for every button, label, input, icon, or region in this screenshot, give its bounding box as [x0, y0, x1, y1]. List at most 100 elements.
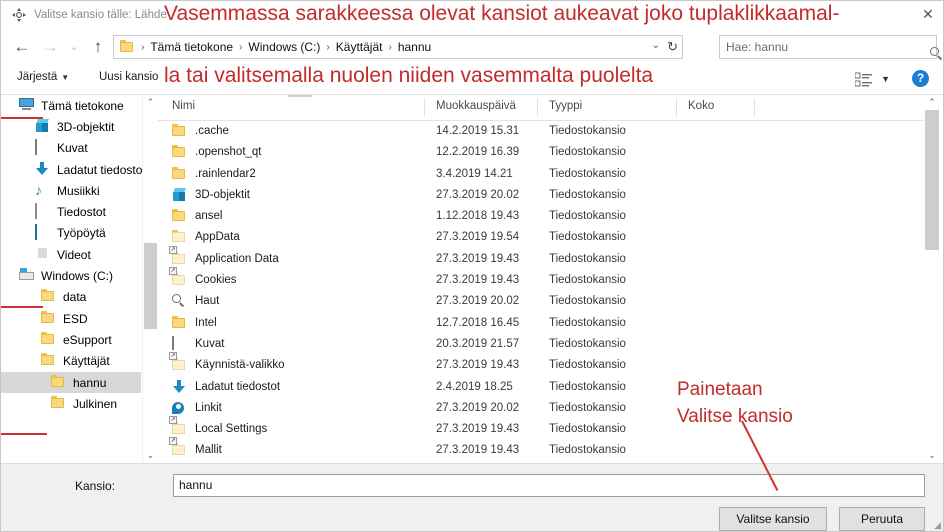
tree-item-julkinen[interactable]: Julkinen — [1, 393, 141, 414]
file-modified-date: 27.3.2019 20.02 — [436, 295, 520, 308]
help-icon[interactable]: ? — [912, 70, 929, 87]
table-row[interactable]: Haut 27.3.2019 20.02 Tiedostokansio — [158, 291, 924, 312]
new-folder-button[interactable]: Uusi kansio — [99, 71, 158, 83]
tree-item-musiikki[interactable]: ♪ Musiikki — [1, 180, 141, 201]
tree-item-3d-objektit[interactable]: 3D-objektit — [1, 116, 141, 137]
refresh-icon[interactable]: ↻ — [667, 39, 678, 55]
column-header-size[interactable]: Koko — [688, 100, 714, 112]
back-button[interactable]: ← — [9, 34, 35, 60]
table-row[interactable]: 3D-objektit 27.3.2019 20.02 Tiedostokansio — [158, 185, 924, 206]
videos-icon — [35, 247, 51, 263]
cancel-button[interactable]: Peruuta — [839, 507, 925, 531]
column-header-type[interactable]: Tyyppi — [549, 100, 582, 112]
search-input[interactable]: Hae: hannu — [719, 35, 943, 60]
file-modified-date: 27.3.2019 19.43 — [436, 359, 520, 372]
tree-item-data[interactable]: data — [1, 287, 141, 308]
folder-name-input[interactable]: hannu — [173, 474, 925, 497]
tree-item-windows-c[interactable]: Windows (C:) — [1, 265, 141, 286]
scroll-down-icon[interactable]: ⌄ — [143, 448, 158, 463]
file-list[interactable]: Nimi Muokkauspäivä Tyyppi Koko .cache 14.… — [158, 95, 924, 463]
tree-item-esupport[interactable]: eSupport — [1, 329, 141, 350]
file-modified-date: 12.7.2018 16.45 — [436, 316, 520, 329]
tree-item-label: Tiedostot — [57, 205, 106, 220]
tree-item-kuvat[interactable]: Kuvat — [1, 138, 141, 159]
music-icon: ♪ — [35, 181, 42, 198]
tree-item-tiedostot[interactable]: Tiedostot — [1, 201, 141, 222]
file-name: 3D-objektit — [195, 188, 250, 201]
table-row[interactable]: Ladatut tiedostot 2.4.2019 18.25 Tiedostok… — [158, 377, 924, 398]
file-type: Tiedostokansio — [549, 146, 626, 159]
file-name: .rainlendar2 — [195, 167, 256, 180]
tree-item-videot[interactable]: Videot — [1, 244, 141, 265]
file-type: Tiedostokansio — [549, 337, 626, 350]
file-name: Linkit — [195, 401, 222, 414]
table-row[interactable]: ansel 1.12.2018 19.43 Tiedostokansio — [158, 206, 924, 227]
table-row[interactable]: .openshot_qt 12.2.2019 16.39 Tiedostokansi… — [158, 142, 924, 163]
navigation-tree[interactable]: Tämä tietokone 3D-objektit Kuvat Ladatut ti… — [1, 95, 157, 463]
breadcrumb-item-0[interactable]: Tämä tietokone — [145, 38, 238, 56]
resize-grip-icon[interactable]: ◢ — [934, 520, 941, 531]
scroll-thumb[interactable] — [925, 110, 939, 250]
column-header-modified[interactable]: Muokkauspäivä — [436, 100, 516, 112]
downloads-icon — [35, 161, 51, 178]
file-type: Tiedostokansio — [549, 316, 626, 329]
up-button[interactable]: ↑ — [85, 34, 111, 60]
file-name: Kuvat — [195, 337, 225, 350]
file-type: Tiedostokansio — [549, 444, 626, 457]
tree-item-esd[interactable]: ESD — [1, 308, 141, 329]
folder-pale-icon — [172, 230, 188, 246]
scroll-up-icon[interactable]: ⌃ — [143, 95, 158, 110]
tree-item-ladatut-tiedosto[interactable]: Ladatut tiedosto — [1, 159, 143, 180]
column-header-row: Nimi Muokkauspäivä Tyyppi Koko — [158, 95, 924, 121]
file-type: Tiedostokansio — [549, 231, 626, 244]
tree-item-hannu[interactable]: hannu — [1, 371, 141, 394]
tree-item-label: Julkinen — [73, 396, 118, 411]
folder-shortcut-icon: ↗ — [169, 267, 188, 289]
table-row[interactable]: Kuvat 20.3.2019 21.57 Tiedostokansio — [158, 334, 924, 355]
tree-item-k-ytt-j-t[interactable]: Käyttäjät — [1, 351, 141, 372]
scroll-down-icon[interactable]: ⌄ — [924, 448, 940, 463]
file-name: ansel — [195, 210, 223, 223]
chevron-down-icon[interactable]: ⌄ — [652, 40, 660, 51]
tree-item-label: Ladatut tiedosto — [57, 162, 143, 177]
table-row[interactable]: ↗ Local Settings 27.3.2019 19.43 Tiedostoka… — [158, 416, 924, 440]
file-name: Local Settings — [195, 423, 268, 436]
address-bar[interactable]: › Tämä tietokone › Windows (C:) › Käyttä… — [113, 35, 683, 59]
table-row[interactable]: .cache 14.2.2019 15.31 Tiedostokansio — [158, 121, 924, 142]
view-dropdown-icon[interactable]: ▼ — [881, 74, 890, 84]
select-folder-button[interactable]: Valitse kansio — [719, 507, 827, 531]
file-name: Ladatut tiedostot — [195, 380, 281, 393]
tree-item-label: Musiikki — [57, 183, 100, 198]
file-modified-date: 20.3.2019 21.57 — [436, 337, 520, 350]
tree-item-ty-p-yt[interactable]: Työpöytä — [1, 223, 141, 244]
breadcrumb-item-2[interactable]: Käyttäjät — [331, 38, 388, 56]
breadcrumb-item-3[interactable]: hannu — [393, 38, 436, 56]
view-options-icon[interactable] — [854, 72, 873, 88]
folder-icon — [172, 124, 188, 140]
organize-button[interactable]: Järjestä ▼ — [17, 71, 69, 83]
tree-scrollbar[interactable]: ⌃ ⌄ — [142, 95, 158, 463]
table-row[interactable]: ↗ Application Data 27.3.2019 19.43 Tiedosto… — [158, 245, 924, 270]
documents-icon — [35, 203, 51, 220]
table-row[interactable]: Intel 12.7.2018 16.45 Tiedostokansio — [158, 313, 924, 334]
table-row[interactable]: ↗ Cookies 27.3.2019 19.43 Tiedostokansio — [158, 267, 924, 291]
breadcrumb-item-1[interactable]: Windows (C:) — [243, 38, 325, 56]
table-row[interactable]: AppData 27.3.2019 19.54 Tiedostokansio — [158, 227, 924, 248]
folder-icon — [51, 374, 67, 391]
scroll-up-icon[interactable]: ⌃ — [924, 95, 940, 110]
links-icon — [172, 401, 188, 417]
column-header-name[interactable]: Nimi — [172, 100, 195, 112]
list-scrollbar[interactable]: ⌃ ⌄ — [924, 95, 940, 463]
close-icon[interactable]: ✕ — [917, 5, 939, 23]
recent-locations-button[interactable]: ⌄ — [61, 34, 87, 60]
table-row[interactable]: ↗ Käynnistä-valikko 27.3.2019 19.43 Tiedost… — [158, 352, 924, 376]
tree-item-label: hannu — [73, 375, 107, 390]
table-row[interactable]: .rainlendar2 3.4.2019 14.21 Tiedostokansio — [158, 164, 924, 185]
folder-shortcut-icon: ↗ — [169, 416, 188, 438]
scroll-thumb[interactable] — [144, 243, 157, 329]
table-row[interactable]: Linkit 27.3.2019 20.02 Tiedostokansio — [158, 398, 924, 419]
forward-button[interactable]: → — [37, 34, 63, 60]
folder-shortcut-icon: ↗ — [169, 352, 188, 374]
table-row[interactable]: ↗ Mallit 27.3.2019 19.43 Tiedostokansio — [158, 437, 924, 461]
tree-item-t-m-tietokone[interactable]: Tämä tietokone — [1, 95, 141, 116]
